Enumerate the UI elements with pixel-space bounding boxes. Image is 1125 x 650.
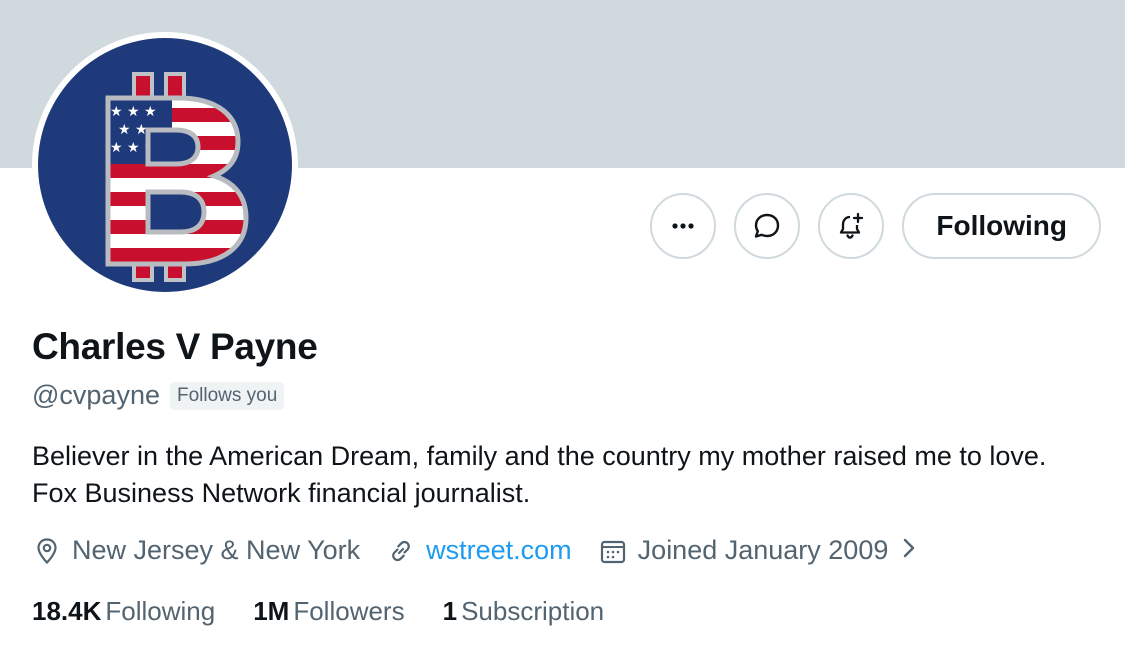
subscriptions-count: 1 <box>442 596 458 626</box>
follows-you-badge: Follows you <box>169 381 285 410</box>
followers-label: Followers <box>293 596 405 626</box>
message-icon <box>755 213 780 238</box>
location-pin-icon <box>37 537 57 564</box>
location-item: New Jersey & New York <box>32 535 360 566</box>
profile-name: Charles V Payne <box>32 326 318 367</box>
followers-count: 1M <box>253 596 290 626</box>
bitcoin-flag-logo: ★ ★ ★ ★ ★ ★ ★ ★ <box>38 38 292 292</box>
bell-plus-icon <box>840 212 864 239</box>
joined-item[interactable]: Joined January 2009 <box>598 535 921 566</box>
profile-meta: New Jersey & New York wstreet.com Joined… <box>32 535 946 566</box>
avatar[interactable]: ★ ★ ★ ★ ★ ★ ★ ★ <box>32 32 298 298</box>
more-button[interactable] <box>650 193 717 259</box>
notify-button[interactable] <box>818 193 885 259</box>
message-button[interactable] <box>734 193 801 259</box>
chevron-right-icon[interactable] <box>898 535 920 566</box>
following-button[interactable]: Following <box>902 193 1101 259</box>
svg-text:★ ★: ★ ★ <box>118 122 148 138</box>
handle-row: @cvpayne Follows you <box>32 380 285 411</box>
following-count: 18.4K <box>32 596 102 626</box>
svg-text:★ ★ ★: ★ ★ ★ <box>110 104 157 120</box>
profile-actions: Following <box>650 193 1101 259</box>
subscriptions-stat[interactable]: 1 Subscription <box>443 596 605 627</box>
profile-stats: 18.4K Following 1M Followers 1 Subscription <box>32 596 642 627</box>
joined-text: Joined January 2009 <box>637 535 889 565</box>
profile-bio: Believer in the American Dream, family a… <box>32 441 1047 508</box>
followers-stat[interactable]: 1M Followers <box>253 596 404 627</box>
link-icon <box>392 540 410 561</box>
website-item[interactable]: wstreet.com <box>386 535 572 566</box>
following-label: Following <box>105 596 216 626</box>
location-text: New Jersey & New York <box>72 535 361 565</box>
profile-handle: @cvpayne <box>32 380 160 410</box>
following-stat[interactable]: 18.4K Following <box>32 596 215 627</box>
calendar-icon <box>600 540 625 563</box>
more-icon <box>672 223 694 229</box>
subscriptions-label: Subscription <box>461 596 605 626</box>
website-link[interactable]: wstreet.com <box>426 535 572 566</box>
